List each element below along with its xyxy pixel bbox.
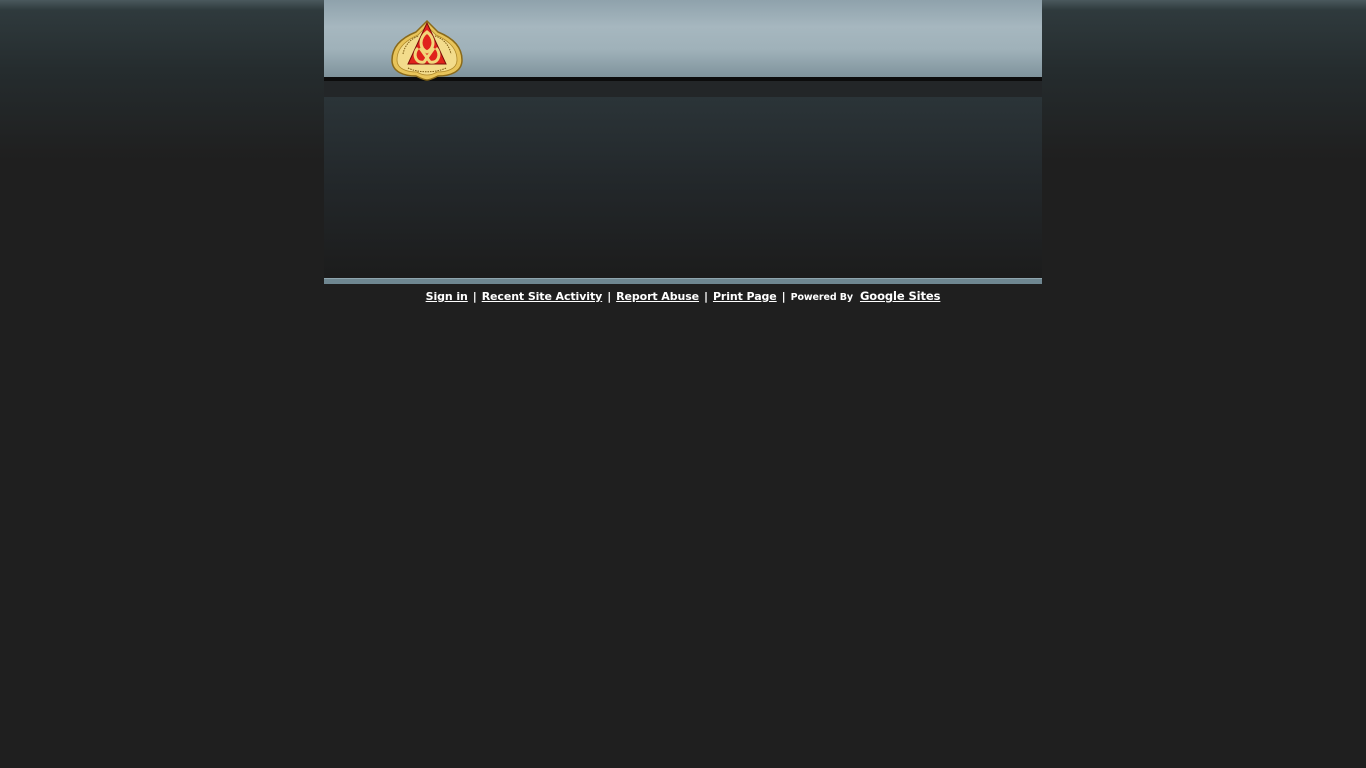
site-header (324, 0, 1042, 81)
footer-separator: | (704, 290, 708, 303)
footer-separator: | (472, 290, 477, 303)
print-page-link[interactable]: Print Page (713, 290, 777, 303)
navigation-strip (324, 81, 1042, 97)
site-logo[interactable] (388, 18, 466, 82)
recent-site-activity-link[interactable]: Recent Site Activity (482, 290, 603, 303)
google-sites-link[interactable]: Google Sites (860, 289, 940, 303)
footer-separator: | (607, 290, 612, 303)
report-abuse-link[interactable]: Report Abuse (616, 290, 699, 303)
main-content-area (324, 97, 1042, 278)
powered-by-label: Powered By (790, 292, 853, 303)
national-wildfire-coordinating-group-seal-icon (391, 19, 463, 81)
site-footer: Sign in | Recent Site Activity | Report Abus… (324, 284, 1042, 303)
page-container: Sign in | Recent Site Activity | Report Abus… (324, 0, 1042, 303)
footer-separator: | (781, 290, 786, 303)
sign-in-link[interactable]: Sign in (426, 290, 468, 303)
